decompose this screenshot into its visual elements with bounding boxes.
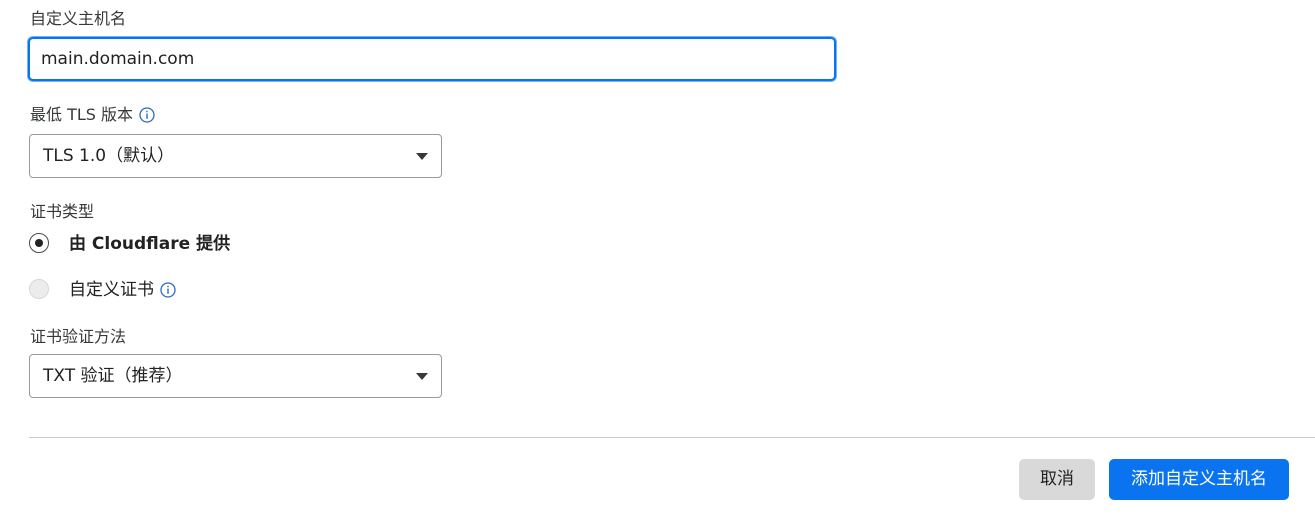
footer-divider: [29, 437, 1315, 438]
validation-method-value: TXT 验证（推荐）: [43, 366, 183, 386]
radio-custom-label-text: 自定义证书: [69, 280, 154, 300]
radio-checked-icon[interactable]: [29, 233, 49, 253]
validation-method-label: 证书验证方法: [30, 327, 127, 346]
cancel-button[interactable]: 取消: [1019, 459, 1095, 500]
radio-cloudflare-label: 由 Cloudflare 提供: [69, 234, 231, 254]
radio-unchecked-icon[interactable]: [29, 279, 49, 299]
tls-version-label-row: 最低 TLS 版本: [30, 105, 155, 125]
validation-method-select[interactable]: TXT 验证（推荐）: [29, 354, 442, 398]
info-icon[interactable]: [139, 107, 155, 123]
hostname-label: 自定义主机名: [30, 9, 127, 28]
add-custom-hostname-button[interactable]: 添加自定义主机名: [1109, 459, 1289, 500]
certificate-type-label: 证书类型: [30, 202, 95, 221]
tls-version-label: 最低 TLS 版本: [30, 105, 134, 124]
radio-custom-label: 自定义证书: [69, 279, 176, 301]
hostname-input[interactable]: [28, 37, 836, 81]
caret-down-icon: [416, 373, 428, 380]
tls-version-select[interactable]: TLS 1.0（默认）: [29, 134, 442, 178]
tls-version-value: TLS 1.0（默认）: [43, 146, 175, 166]
caret-down-icon: [416, 153, 428, 160]
info-icon[interactable]: [160, 282, 176, 298]
